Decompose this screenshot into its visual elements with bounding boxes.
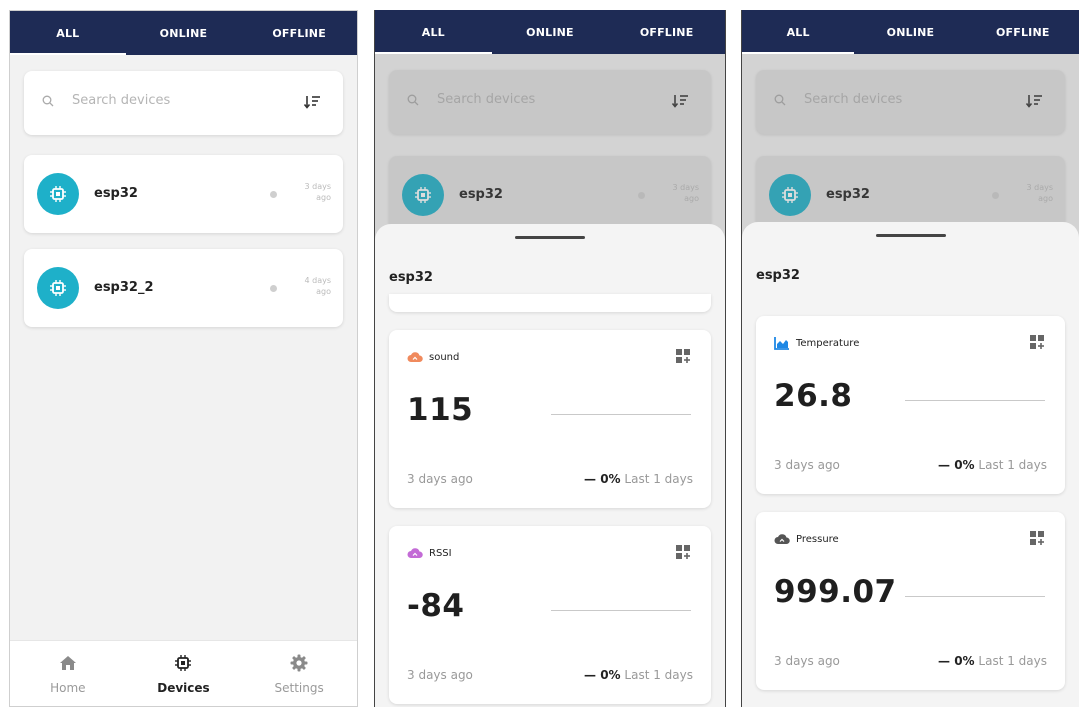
search-bar[interactable]: Search devices — [24, 71, 343, 135]
tab-offline[interactable]: OFFLINE — [241, 11, 357, 55]
widget-header: sound — [407, 350, 459, 364]
tab-bar: ALL ONLINE OFFLINE — [742, 10, 1079, 54]
widget-value: -84 — [407, 588, 465, 624]
widget-card-partial — [389, 294, 711, 312]
widget-timestamp: 3 days ago — [774, 458, 840, 472]
cloud-icon — [407, 352, 423, 362]
home-icon — [59, 656, 76, 670]
tab-online[interactable]: ONLINE — [492, 10, 609, 54]
status-dot — [270, 285, 277, 292]
area-chart-icon — [774, 337, 789, 350]
search-icon — [42, 95, 54, 107]
change-percent: 0% — [954, 458, 975, 472]
chip-icon — [37, 173, 79, 215]
device-detail-screen: ALL ONLINE OFFLINE Search devices esp32 … — [742, 10, 1079, 707]
nav-home-label: Home — [50, 681, 86, 695]
add-widget-icon[interactable] — [675, 544, 691, 560]
cloud-icon — [774, 534, 790, 544]
nav-home[interactable]: Home — [10, 653, 126, 695]
change-period: Last 1 days — [978, 458, 1047, 472]
widget-card[interactable]: Pressure 999.07 3 days ago — 0% Last 1 d… — [756, 512, 1065, 690]
nav-settings-label: Settings — [274, 681, 324, 695]
device-name: esp32 — [94, 186, 138, 201]
widget-title: sound — [429, 351, 460, 363]
change-period: Last 1 days — [624, 472, 693, 486]
tab-bar: ALL ONLINE OFFLINE — [375, 10, 725, 54]
tab-online[interactable]: ONLINE — [126, 11, 242, 55]
change-percent: 0% — [600, 668, 621, 682]
add-widget-icon[interactable] — [1029, 334, 1045, 350]
sheet-drag-handle[interactable] — [875, 234, 946, 237]
chip-icon — [175, 655, 192, 671]
sparkline — [905, 400, 1045, 401]
sparkline — [905, 596, 1045, 597]
widget-card[interactable]: RSSI -84 3 days ago — 0% Last 1 days — [389, 526, 711, 704]
widget-change: — 0% Last 1 days — [938, 458, 1047, 472]
nav-settings[interactable]: Settings — [241, 653, 357, 695]
sparkline — [551, 414, 691, 415]
tab-offline[interactable]: OFFLINE — [967, 10, 1079, 54]
tab-offline[interactable]: OFFLINE — [608, 10, 725, 54]
sheet-drag-handle[interactable] — [515, 236, 585, 239]
device-last-seen: 4 days ago — [304, 276, 331, 296]
change-period: Last 1 days — [978, 654, 1047, 668]
sort-icon[interactable] — [303, 93, 321, 111]
gear-icon — [290, 654, 308, 672]
sheet-device-name: esp32 — [389, 270, 433, 285]
status-dot — [270, 191, 277, 198]
widget-timestamp: 3 days ago — [407, 472, 473, 486]
tab-online[interactable]: ONLINE — [854, 10, 966, 54]
widget-header: Pressure — [774, 532, 839, 546]
sparkline — [551, 610, 691, 611]
tab-all[interactable]: ALL — [10, 11, 126, 55]
widget-card[interactable]: sound 115 3 days ago — 0% Last 1 days — [389, 330, 711, 508]
devices-list-screen: ALL ONLINE OFFLINE Search devices esp32 … — [9, 10, 358, 707]
search-input[interactable]: Search devices — [72, 93, 170, 108]
widget-value: 26.8 — [774, 378, 853, 414]
bottom-nav: Home Devices Settings — [10, 640, 357, 706]
widget-title: RSSI — [429, 547, 452, 559]
device-detail-screen: ALL ONLINE OFFLINE Search devices esp32 … — [375, 10, 725, 707]
device-bottom-sheet: esp32 sound 115 3 days ago — 0% Last 1 d… — [375, 224, 725, 707]
add-widget-icon[interactable] — [675, 348, 691, 364]
widget-header: RSSI — [407, 546, 452, 560]
widget-value: 999.07 — [774, 574, 897, 610]
sheet-device-name: esp32 — [756, 268, 800, 283]
device-card[interactable]: esp32 3 days ago — [24, 155, 343, 233]
widget-timestamp: 3 days ago — [407, 668, 473, 682]
add-widget-icon[interactable] — [1029, 530, 1045, 546]
widget-value: 115 — [407, 392, 474, 428]
widget-change: — 0% Last 1 days — [584, 668, 693, 682]
nav-devices-label: Devices — [157, 681, 210, 695]
change-percent: 0% — [600, 472, 621, 486]
change-percent: 0% — [954, 654, 975, 668]
tab-bar: ALL ONLINE OFFLINE — [10, 11, 357, 55]
cloud-icon — [407, 548, 423, 558]
widget-timestamp: 3 days ago — [774, 654, 840, 668]
widget-title: Temperature — [796, 337, 860, 349]
widget-card[interactable]: Temperature 26.8 3 days ago — 0% Last 1 … — [756, 316, 1065, 494]
device-bottom-sheet: esp32 Temperature 26.8 3 days ago — 0% L… — [742, 222, 1079, 707]
nav-devices[interactable]: Devices — [126, 653, 242, 695]
change-period: Last 1 days — [624, 668, 693, 682]
widget-title: Pressure — [796, 533, 839, 545]
device-name: esp32_2 — [94, 280, 154, 295]
device-last-seen: 3 days ago — [304, 182, 331, 202]
tab-all[interactable]: ALL — [375, 10, 492, 54]
tab-all[interactable]: ALL — [742, 10, 855, 54]
chip-icon — [37, 267, 79, 309]
widget-header: Temperature — [774, 336, 859, 350]
device-card[interactable]: esp32_2 4 days ago — [24, 249, 343, 327]
widget-change: — 0% Last 1 days — [938, 654, 1047, 668]
widget-change: — 0% Last 1 days — [584, 472, 693, 486]
